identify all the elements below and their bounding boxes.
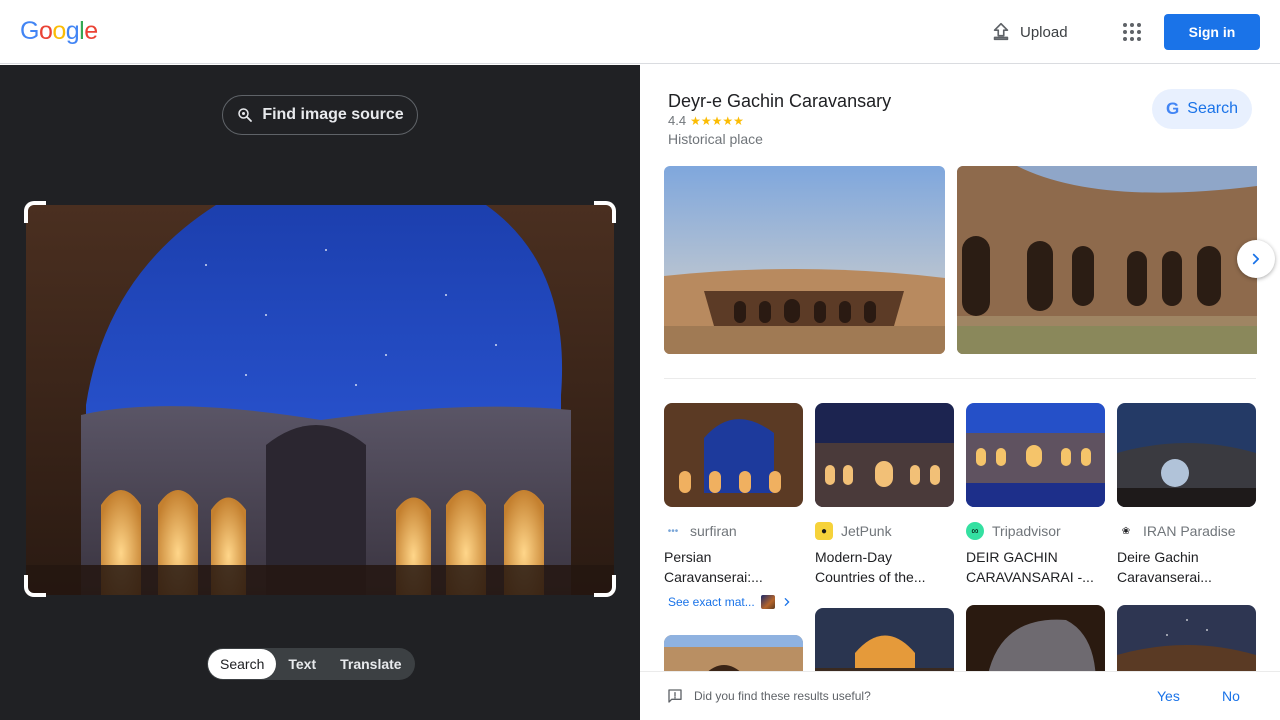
apps-grid-icon[interactable] xyxy=(1120,20,1144,44)
logo-letter: g xyxy=(65,17,80,45)
result-thumbnail xyxy=(815,403,954,507)
next-photo-button[interactable] xyxy=(1237,240,1275,278)
mode-translate[interactable]: Translate xyxy=(328,649,413,679)
crop-handle-top-left[interactable] xyxy=(24,201,46,223)
lens-mode-switch: Search Text Translate xyxy=(207,648,415,680)
result-title: Modern-Day Countries of the... xyxy=(815,549,926,585)
feedback-icon xyxy=(668,689,682,703)
find-image-source-button[interactable]: Find image source xyxy=(222,95,418,135)
tripadvisor-icon: ∞ xyxy=(966,522,984,540)
place-photo-2[interactable] xyxy=(957,166,1257,354)
result-card[interactable]: ••• surfiran Persian Caravanserai:... xyxy=(664,403,803,587)
place-title[interactable]: Deyr-e Gachin Caravansary xyxy=(668,91,891,112)
rating-value: 4.4 xyxy=(668,113,687,128)
see-exact-matches-link[interactable]: See exact mat... xyxy=(668,595,793,609)
place-type: Historical place xyxy=(668,131,763,147)
jetpunk-icon: ● xyxy=(815,522,833,540)
google-search-button[interactable]: G Search xyxy=(1152,89,1252,129)
logo-letter: o xyxy=(38,17,53,45)
logo-letter: o xyxy=(52,17,66,45)
result-source: JetPunk xyxy=(841,523,892,539)
divider xyxy=(664,378,1256,379)
exact-matches-label: See exact mat... xyxy=(668,595,755,609)
result-source: Tripadvisor xyxy=(992,523,1061,539)
result-card[interactable]: ● JetPunk Modern-Day Countries of the... xyxy=(815,403,954,587)
lens-image-panel: Find image source Search Text Translate xyxy=(0,65,640,720)
result-card[interactable]: ∞ Tripadvisor DEIR GACHIN CARAVANSARAI -.… xyxy=(966,403,1105,587)
upload-label: Upload xyxy=(1020,23,1068,41)
google-logo[interactable]: Google xyxy=(20,17,98,46)
feedback-no-button[interactable]: No xyxy=(1222,688,1240,704)
result-title: DEIR GACHIN CARAVANSARAI -... xyxy=(966,549,1094,585)
result-title: Persian Caravanserai:... xyxy=(664,549,763,585)
result-thumbnail xyxy=(1117,403,1256,507)
result-thumbnail xyxy=(966,403,1105,507)
rating-stars-icon: ★★★★★ xyxy=(690,113,744,128)
crop-handle-bottom-left[interactable] xyxy=(24,575,46,597)
result-source: surfiran xyxy=(690,523,737,539)
upload-button[interactable]: Upload xyxy=(990,18,1068,46)
google-search-label: Search xyxy=(1187,100,1238,117)
place-photo-1[interactable] xyxy=(664,166,945,354)
results-panel: Deyr-e Gachin Caravansary 4.4 ★★★★★ Hist… xyxy=(640,65,1280,720)
query-image[interactable] xyxy=(26,205,614,595)
crop-handle-top-right[interactable] xyxy=(594,201,616,223)
result-thumbnail xyxy=(664,403,803,507)
header: Google Upload Sign in xyxy=(0,0,1280,64)
feedback-question: Did you find these results useful? xyxy=(694,689,871,703)
result-card[interactable]: ❀ IRAN Paradise Deire Gachin Caravanserai… xyxy=(1117,403,1256,587)
result-source: IRAN Paradise xyxy=(1143,523,1236,539)
sign-in-button[interactable]: Sign in xyxy=(1164,14,1260,50)
logo-letter: e xyxy=(84,17,98,45)
chevron-right-icon xyxy=(784,598,790,606)
lens-search-icon xyxy=(238,108,253,122)
chevron-right-icon xyxy=(1252,253,1259,265)
upload-icon xyxy=(993,22,1009,41)
surfiran-icon: ••• xyxy=(667,525,679,537)
google-g-icon: G xyxy=(1166,99,1180,118)
iran-paradise-icon: ❀ xyxy=(1121,525,1131,537)
mode-search[interactable]: Search xyxy=(208,649,277,679)
place-rating: 4.4 ★★★★★ xyxy=(668,113,744,128)
mode-text[interactable]: Text xyxy=(276,649,328,679)
crop-handle-bottom-right[interactable] xyxy=(594,575,616,597)
result-title: Deire Gachin Caravanserai... xyxy=(1117,549,1212,585)
feedback-yes-button[interactable]: Yes xyxy=(1157,688,1180,704)
find-image-source-label: Find image source xyxy=(262,106,404,123)
exact-match-thumbnail xyxy=(760,595,775,609)
logo-letter: G xyxy=(20,17,39,45)
feedback-bar: Did you find these results useful? Yes N… xyxy=(640,671,1280,720)
